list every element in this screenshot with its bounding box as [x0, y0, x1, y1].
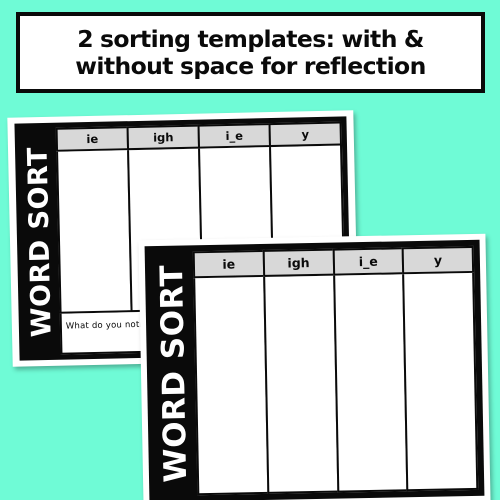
sorting-cell-igh[interactable] [262, 275, 339, 494]
sorting-cell-i_e[interactable] [332, 274, 409, 493]
column-header-igh: igh [126, 124, 201, 151]
column-header-y: y [268, 121, 343, 148]
column-header-i_e: i_e [197, 123, 272, 149]
worksheet-without-reflection: WORD SORT ie igh i_e y [138, 233, 491, 500]
worksheet-sidebar: WORD SORT [19, 127, 61, 356]
sorting-cell-ie[interactable] [193, 276, 270, 496]
sorting-cell-ie[interactable] [56, 150, 133, 314]
title-text: 2 sorting templates: with & without spac… [30, 24, 471, 80]
column-header-i_e: i_e [332, 247, 405, 276]
column-header-igh: igh [262, 248, 335, 277]
title-line-2: without space for reflection [75, 51, 426, 80]
worksheet-sidebar: WORD SORT [150, 251, 198, 497]
product-preview-canvas: 2 sorting templates: with & without spac… [0, 0, 500, 500]
sorting-cell-row [193, 272, 479, 496]
sorting-grid: ie igh i_e y [192, 245, 479, 496]
column-header-ie: ie [192, 249, 265, 279]
worksheet-body: ie igh i_e y [192, 245, 479, 496]
title-banner: 2 sorting templates: with & without spac… [16, 12, 485, 93]
column-header-ie: ie [55, 126, 130, 152]
title-line-1: 2 sorting templates: with & [77, 24, 424, 53]
column-header-y: y [401, 245, 475, 275]
worksheet-frame: WORD SORT ie igh i_e y [144, 239, 485, 500]
sidebar-title-word-sort: WORD SORT [153, 264, 195, 483]
sorting-cell-y[interactable] [402, 272, 479, 492]
sidebar-title-word-sort: WORD SORT [22, 146, 58, 338]
